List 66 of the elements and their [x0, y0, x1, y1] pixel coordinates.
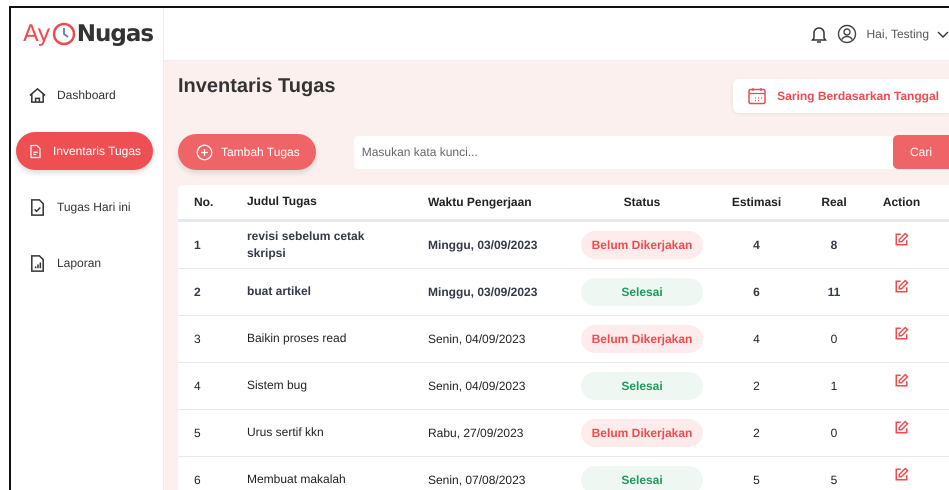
home-icon: [28, 86, 47, 104]
table-cell-text: 0: [830, 332, 838, 346]
edit-icon[interactable]: [894, 279, 909, 294]
table-cell-text: 6: [752, 285, 761, 299]
table-cell-text: 2: [752, 426, 761, 440]
edit-icon[interactable]: [894, 373, 909, 388]
table-cell-text: 5: [830, 473, 838, 487]
table-cell-text: Membuat makalah: [247, 471, 347, 488]
plus-circle-icon: [196, 144, 213, 160]
table-cell-text: Rabu, 27/09/2023: [428, 426, 524, 440]
clock-icon: [52, 22, 76, 46]
logo-text: Nugas: [76, 21, 154, 47]
sidebar-item[interactable]: Laporan: [16, 244, 153, 282]
sidebar-item[interactable]: Dashboard: [16, 76, 153, 114]
table-cell-text: 11: [826, 285, 842, 299]
calendar-icon: [747, 86, 768, 106]
table-cell-text: 4: [193, 379, 202, 393]
edit-icon[interactable]: [894, 420, 909, 435]
table-cell-text: 2: [193, 285, 202, 299]
column-header: Waktu Pengerjaan: [428, 195, 533, 209]
page-title: Inventaris Tugas: [178, 75, 336, 98]
table-cell-text: 8: [830, 238, 838, 252]
table-cell-text: 6: [193, 473, 202, 487]
checked-document-icon: [28, 198, 47, 216]
table-cell-text: revisi sebelum cetak skripsi: [247, 228, 366, 262]
search-field[interactable]: Masukan kata kunci...: [354, 136, 893, 168]
table-cell-text: Minggu, 03/09/2023: [428, 285, 538, 299]
status-badge: Selesai: [581, 372, 703, 400]
column-header: No.: [193, 195, 214, 209]
table-cell-text: Urus sertif kkn: [247, 424, 325, 442]
table-cell-text: Sistem bug: [247, 377, 308, 394]
sidebar-item[interactable]: Inventaris Tugas: [16, 132, 153, 170]
edit-icon[interactable]: [894, 467, 909, 482]
table-cell-text: 0: [830, 426, 838, 440]
edit-icon[interactable]: [894, 232, 909, 247]
table-cell-text: Senin, 04/09/2023: [428, 332, 526, 346]
status-badge: Selesai: [581, 466, 703, 490]
column-header: Real: [820, 195, 848, 209]
table-cell-text: Senin, 04/09/2023: [428, 379, 526, 393]
table-cell-text: Senin, 07/08/2023: [428, 473, 526, 487]
table-cell-text: 4: [752, 332, 761, 346]
table-cell-text: 4: [752, 238, 761, 252]
sidebar-item[interactable]: Tugas Hari ini: [16, 188, 153, 226]
column-header: Judul Tugas: [247, 193, 318, 210]
table-cell-text: 2: [752, 379, 761, 393]
table-cell-text: Baikin proses read: [247, 330, 348, 348]
table-cell-text: 1: [830, 379, 838, 393]
table-cell-text: Minggu, 03/09/2023: [428, 238, 538, 252]
logo-text: Ay: [23, 21, 51, 47]
table-cell-text: 5: [193, 426, 202, 440]
status-badge: Belum Dikerjakan: [581, 231, 703, 259]
table-cell-text: 5: [752, 473, 761, 487]
report-icon: [28, 254, 47, 272]
status-badge: Belum Dikerjakan: [581, 325, 703, 353]
column-header: Status: [622, 195, 662, 209]
edit-icon[interactable]: [894, 326, 909, 341]
date-filter-button[interactable]: Saring Berdasarkan Tanggal: [733, 79, 949, 113]
status-badge: Belum Dikerjakan: [581, 419, 703, 447]
status-badge: Selesai: [581, 278, 703, 306]
column-header: Estimasi: [730, 195, 782, 209]
table-cell-text: 3: [193, 332, 202, 346]
user-icon[interactable]: [836, 24, 857, 44]
table-cell-text: buat artikel: [247, 283, 312, 300]
user-greeting[interactable]: Hai, Testing: [866, 27, 929, 41]
column-header: Action: [882, 195, 922, 209]
table-cell-text: 1: [193, 238, 202, 252]
